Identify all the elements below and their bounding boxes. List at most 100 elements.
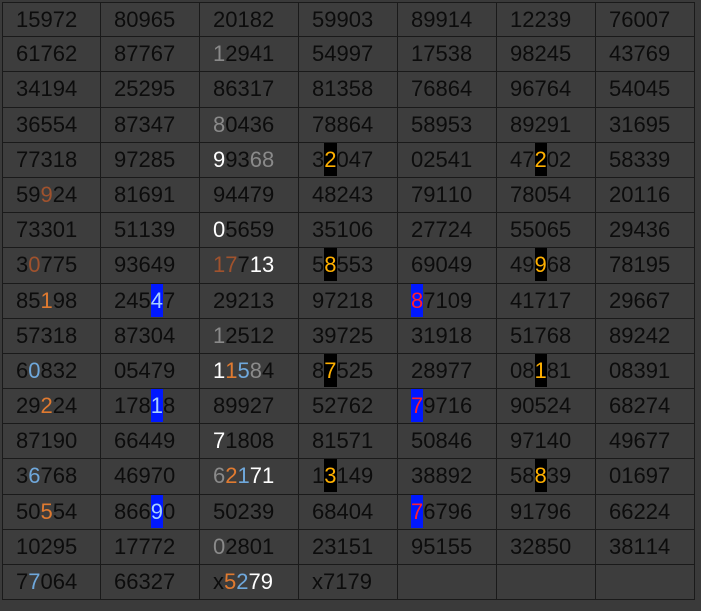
- digit: 6: [411, 252, 424, 278]
- digit: 8: [361, 76, 374, 102]
- digit: 5: [546, 181, 559, 207]
- digit: 2: [324, 142, 337, 176]
- digit: 1: [213, 322, 226, 348]
- digit: 5: [40, 111, 53, 137]
- grid-cell: 55065: [497, 213, 596, 249]
- digit: 7: [28, 428, 41, 454]
- digit: 4: [658, 393, 671, 419]
- digit: 1: [447, 181, 460, 207]
- digit: 8: [324, 181, 337, 207]
- digit: 3: [52, 357, 65, 383]
- digit: 5: [126, 76, 139, 102]
- digit: 5: [312, 252, 325, 278]
- digit: 9: [348, 41, 361, 67]
- digit: 8: [213, 111, 226, 137]
- digit: 1: [114, 393, 127, 419]
- digit: 2: [52, 393, 65, 419]
- digit: 5: [361, 322, 374, 348]
- digit: 8: [213, 393, 226, 419]
- grid-cell: 51768: [497, 318, 596, 354]
- grid-cell: 89291: [497, 107, 596, 143]
- digit: 0: [348, 217, 361, 243]
- digit: 8: [510, 111, 523, 137]
- digit: 3: [324, 533, 337, 559]
- digit: 5: [16, 181, 29, 207]
- grid-cell: x5279: [200, 565, 299, 601]
- digit: 2: [546, 393, 559, 419]
- digit: 4: [460, 7, 473, 32]
- digit: 6: [16, 357, 29, 383]
- grid-cell: 87347: [101, 107, 200, 143]
- digit: 3: [609, 111, 622, 137]
- digit: 7: [237, 252, 250, 278]
- digit: 2: [213, 287, 226, 313]
- digit: 0: [609, 357, 622, 383]
- grid-cell: 32047: [299, 142, 398, 178]
- grid-cell: 78864: [299, 107, 398, 143]
- grid-cell: 36768: [2, 459, 101, 495]
- digit: 8: [237, 428, 250, 454]
- digit: 4: [114, 463, 127, 489]
- digit: 7: [411, 76, 424, 102]
- digit: x: [312, 569, 323, 594]
- grid-cell: 86690: [101, 494, 200, 530]
- grid-cell: 91796: [497, 494, 596, 530]
- digit: 4: [65, 181, 78, 207]
- digit: 9: [435, 111, 448, 137]
- digit: 6: [546, 252, 559, 278]
- grid-cell: 17713: [200, 248, 299, 284]
- digit: 9: [163, 357, 176, 383]
- grid-cell: 08181: [497, 353, 596, 390]
- digit: 9: [559, 7, 572, 32]
- digit: 0: [447, 287, 460, 313]
- digit: 0: [28, 252, 41, 278]
- digit: 0: [150, 322, 163, 348]
- digit: 9: [423, 393, 436, 419]
- digit: 7: [126, 41, 139, 67]
- grid-cell: 27724: [398, 213, 497, 249]
- grid-cell: 69049: [398, 248, 497, 284]
- digit: 5: [138, 287, 151, 313]
- digit: 6: [52, 41, 65, 67]
- digit: 9: [621, 217, 634, 243]
- grid-cell: 50554: [2, 494, 101, 530]
- digit: 1: [28, 41, 41, 67]
- digit: 1: [658, 357, 671, 383]
- digit: 2: [411, 357, 424, 383]
- digit: 6: [249, 146, 262, 172]
- digit: 7: [150, 533, 163, 559]
- digit: 4: [348, 181, 361, 207]
- grid-cell: 24547: [101, 283, 200, 319]
- grid-cell: 87304: [101, 318, 200, 354]
- digit: 4: [510, 146, 523, 172]
- digit: 8: [621, 533, 634, 559]
- digit: 1: [213, 357, 226, 383]
- grid-cell: 50846: [398, 424, 497, 460]
- digit: 7: [447, 357, 460, 383]
- digit: 1: [114, 533, 127, 559]
- grid-cell: 05659: [200, 213, 299, 249]
- grid-cell: 76796: [398, 494, 497, 530]
- grid-cell: 87109: [398, 283, 497, 319]
- digit: 1: [633, 181, 646, 207]
- digit: 7: [435, 498, 448, 524]
- digit: 9: [138, 463, 151, 489]
- digit: 2: [633, 498, 646, 524]
- digit: 9: [225, 287, 238, 313]
- digit: 2: [609, 181, 622, 207]
- digit: 0: [28, 498, 41, 524]
- grid-cell: 68404: [299, 494, 398, 530]
- digit: 5: [435, 146, 448, 172]
- digit: 2: [249, 393, 262, 419]
- digit: 5: [435, 41, 448, 67]
- grid-cell: 20116: [596, 177, 695, 214]
- digit: 4: [65, 498, 78, 524]
- digit: 4: [510, 252, 523, 278]
- digit: 5: [411, 111, 424, 137]
- digit: 9: [435, 322, 448, 348]
- digit: 5: [609, 76, 622, 102]
- grid-cell: 32850: [497, 529, 596, 565]
- digit: 9: [52, 287, 65, 313]
- grid-cell: 87525: [299, 353, 398, 390]
- grid-cell: 30775: [2, 248, 101, 284]
